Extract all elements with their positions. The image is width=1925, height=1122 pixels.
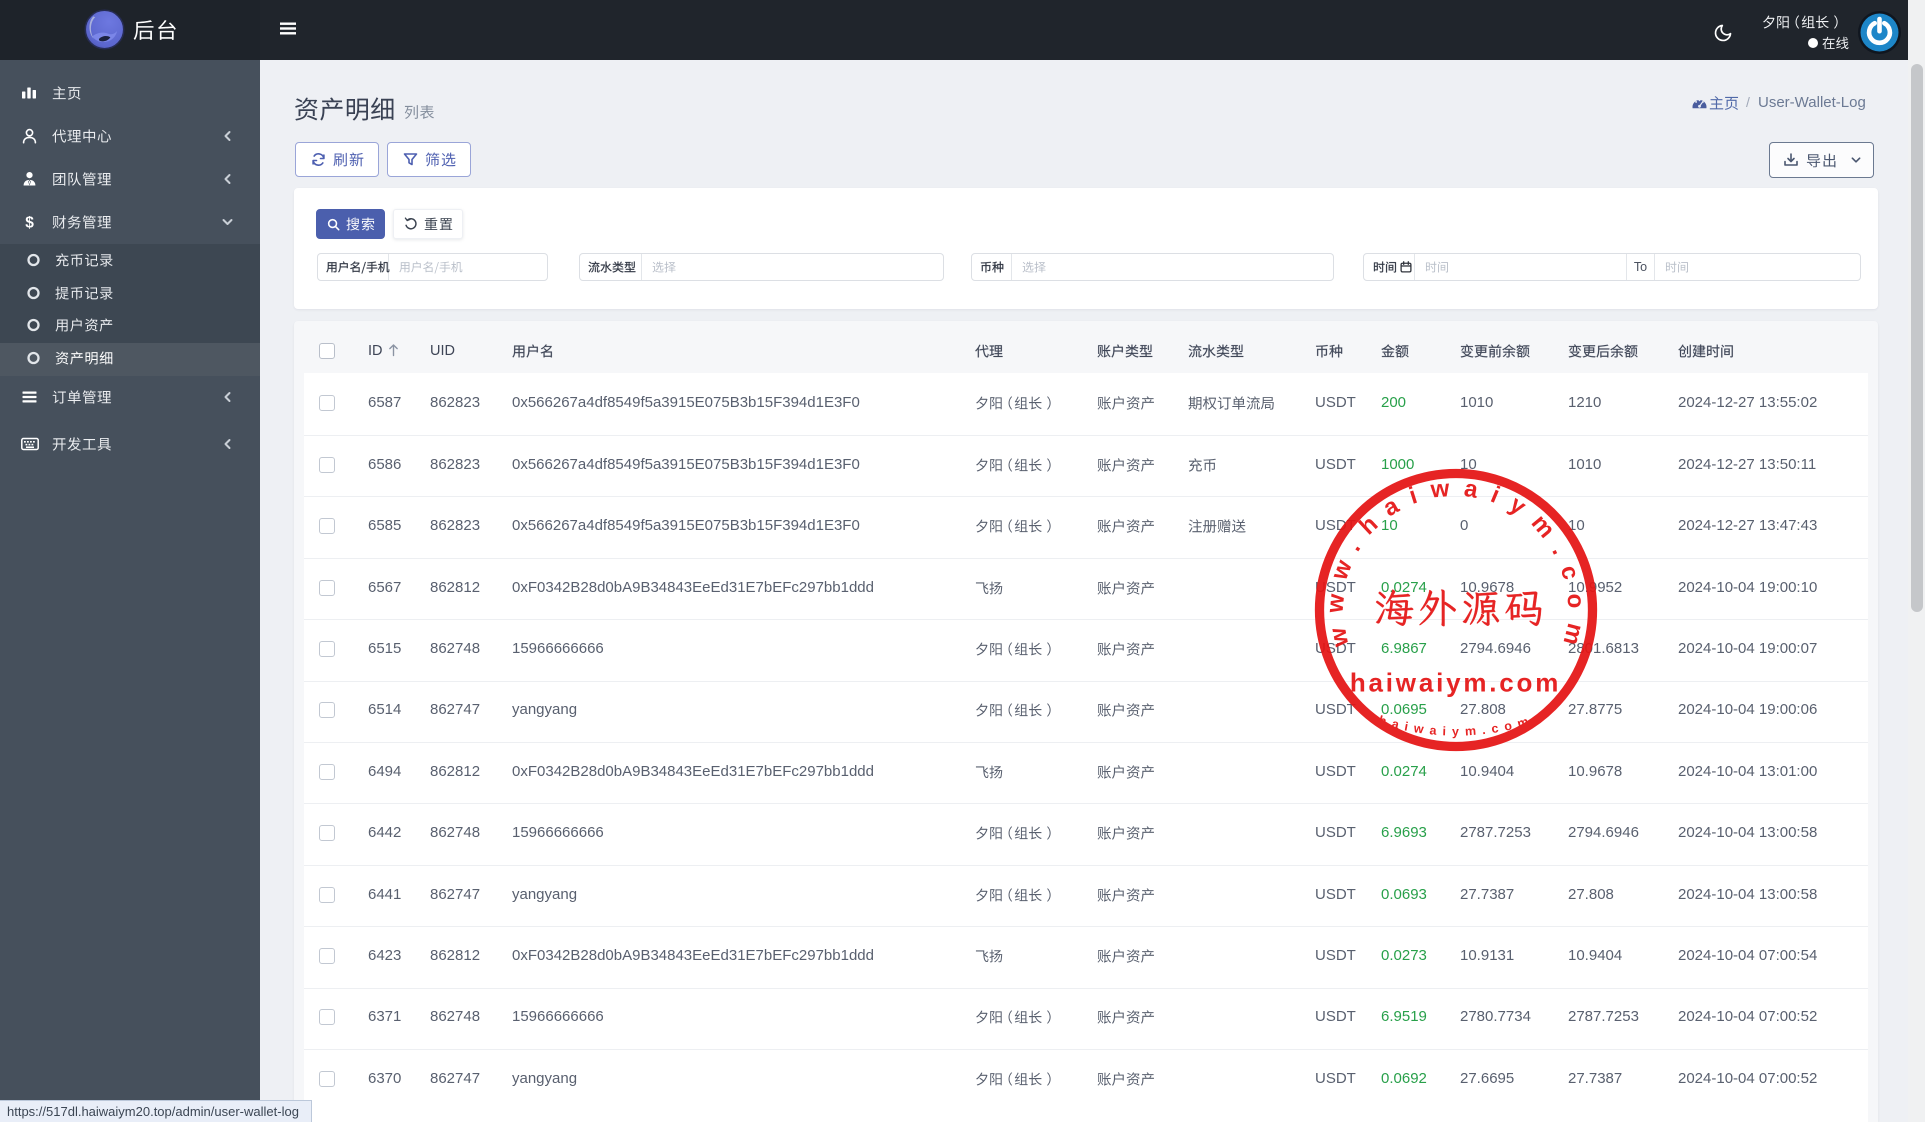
svg-text:$: $ [25, 215, 34, 231]
svg-text:www.haiwaiym.com: www.haiwaiym.com [1321, 474, 1589, 661]
